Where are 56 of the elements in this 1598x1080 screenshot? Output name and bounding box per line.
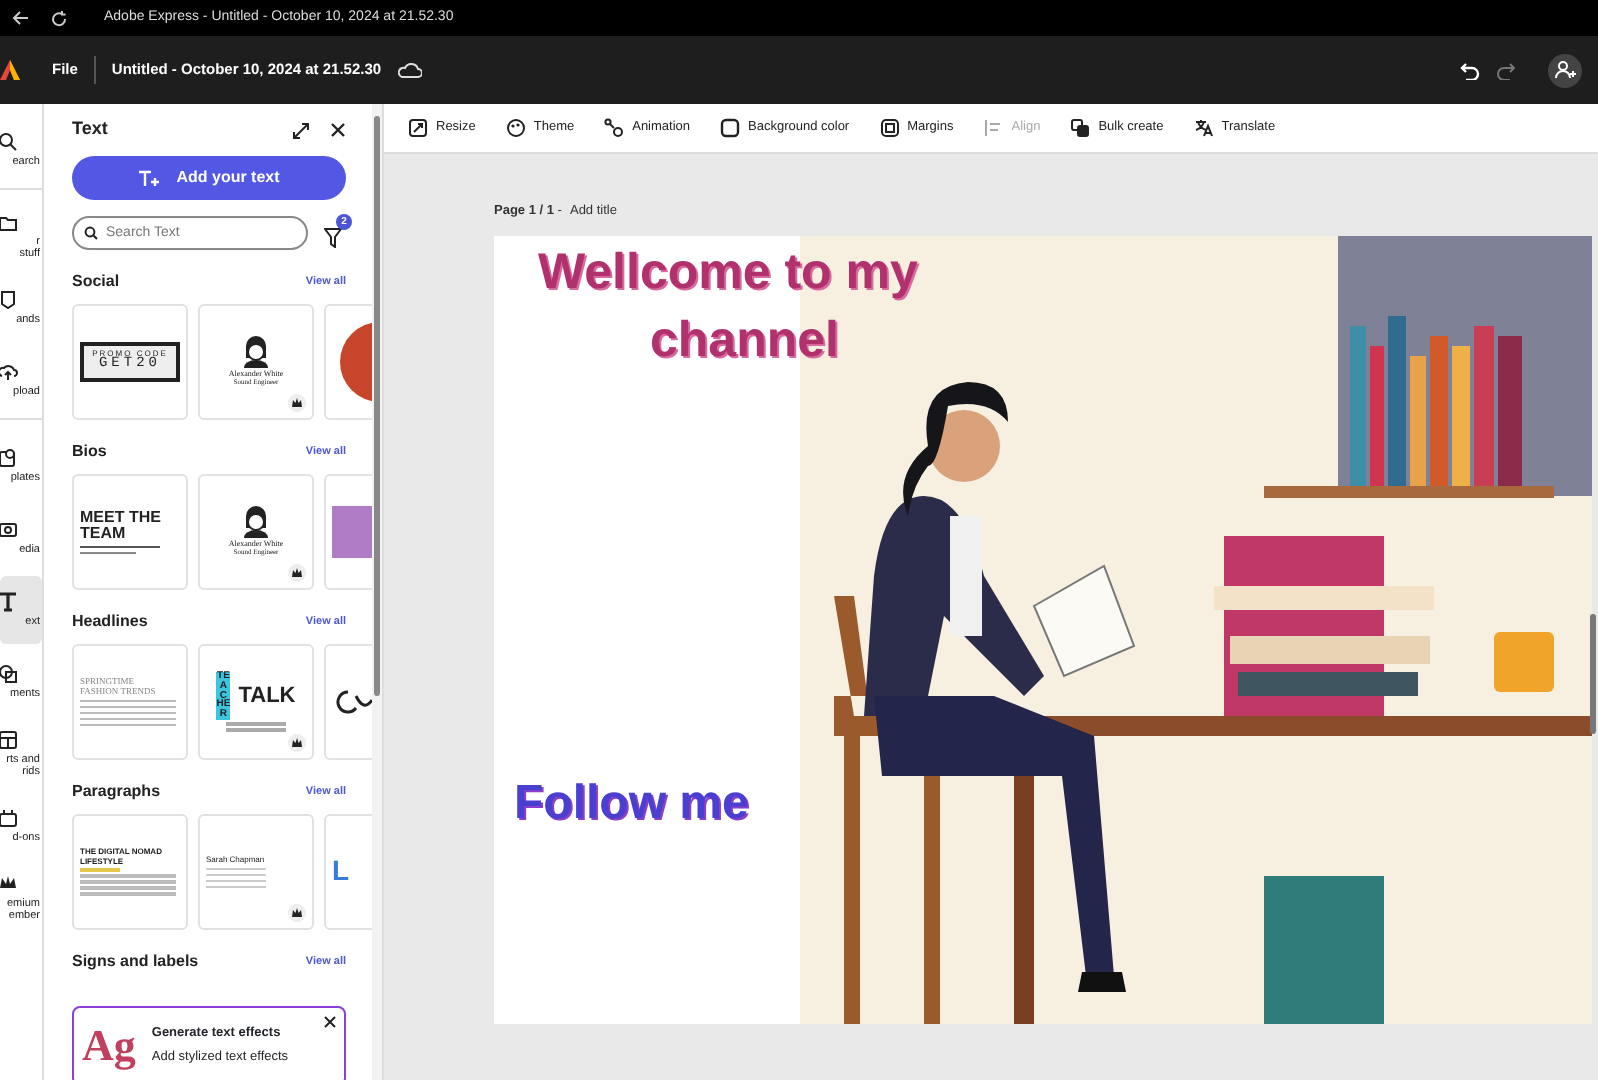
crown-icon xyxy=(0,873,18,894)
translate-icon xyxy=(1193,118,1214,138)
add-text-icon xyxy=(138,169,161,187)
canvas-text[interactable]: Follow me xyxy=(514,780,749,828)
margins-icon xyxy=(879,118,900,138)
media-icon xyxy=(0,519,18,540)
shapes-icon xyxy=(0,663,18,684)
template-text: TEAM xyxy=(80,526,126,542)
script-lettering-icon xyxy=(332,688,372,716)
close-icon[interactable] xyxy=(330,122,346,138)
template-thumbnail[interactable]: MEET THE TEAM xyxy=(72,474,188,590)
section-title: Signs and labels xyxy=(72,950,199,974)
search-icon xyxy=(84,226,98,240)
copies-icon xyxy=(1070,118,1091,138)
resize-icon xyxy=(408,118,428,138)
text-icon xyxy=(0,591,18,612)
section-title: Social xyxy=(72,270,120,294)
template-text: TALK xyxy=(238,683,296,709)
premium-crown-icon xyxy=(288,734,306,752)
section-title: Bios xyxy=(72,440,107,464)
square-icon xyxy=(720,118,741,138)
animation-icon xyxy=(604,118,625,138)
add-text-button[interactable]: Add your text xyxy=(72,156,346,200)
avatar-icon xyxy=(242,335,270,368)
sample-text: Ag xyxy=(82,1024,136,1068)
back-icon[interactable] xyxy=(12,10,30,26)
refresh-icon[interactable] xyxy=(50,9,68,27)
template-text: MEET THE xyxy=(80,510,161,526)
template-text: L xyxy=(332,856,350,888)
avatar-icon xyxy=(242,505,270,538)
add-ons-icon xyxy=(0,807,18,828)
cloud-icon[interactable] xyxy=(397,62,422,78)
undo-icon[interactable] xyxy=(1460,61,1480,79)
premium-crown-icon xyxy=(288,564,306,582)
folder-icon xyxy=(0,211,18,232)
scrollbar-thumb[interactable] xyxy=(374,116,380,696)
filter-icon[interactable] xyxy=(324,227,342,247)
panel-title: Text xyxy=(72,116,108,143)
section-title: Headlines xyxy=(72,610,148,634)
scrollbar-thumb[interactable] xyxy=(1590,614,1596,734)
canvas-text[interactable]: channel xyxy=(650,316,839,366)
premium-crown-icon xyxy=(288,394,306,412)
close-icon[interactable] xyxy=(324,1016,336,1028)
upload-icon xyxy=(0,361,18,382)
canvas-text[interactable]: Wellcome to my xyxy=(538,248,918,298)
invite-user-icon[interactable] xyxy=(1548,53,1582,87)
expand-icon[interactable] xyxy=(292,121,310,139)
search-icon xyxy=(0,131,18,152)
shield-icon xyxy=(0,289,18,310)
grid-icon xyxy=(0,729,18,750)
artboard[interactable]: Wellcome to my channel Follow me xyxy=(494,236,1592,1024)
redo-icon[interactable] xyxy=(1496,61,1516,79)
section-title: Paragraphs xyxy=(72,780,161,804)
align-icon xyxy=(983,118,1004,138)
app-logo-icon[interactable] xyxy=(0,60,20,80)
premium-crown-icon xyxy=(288,904,306,922)
